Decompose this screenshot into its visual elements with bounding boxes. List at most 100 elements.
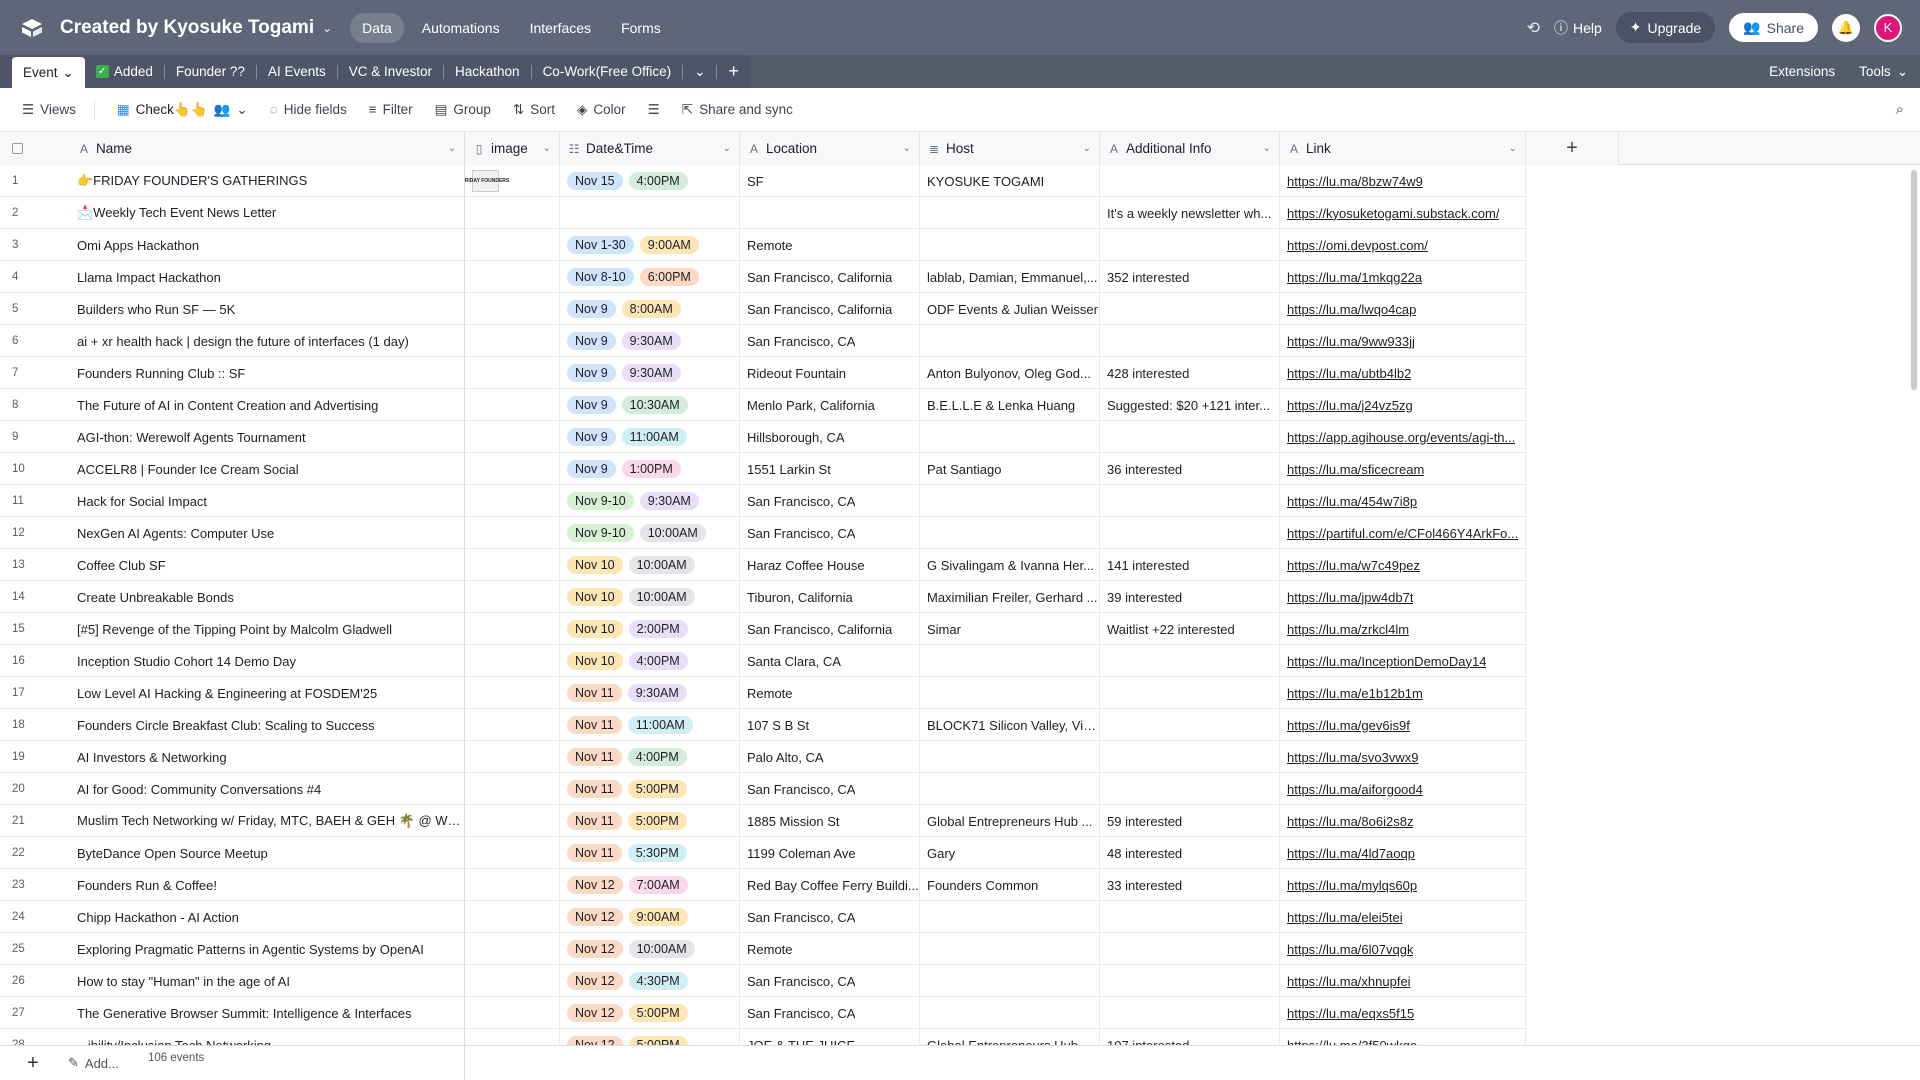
cell-location[interactable]: 1199 Coleman Ave	[740, 837, 920, 869]
cell-link[interactable]: https://lu.ma/aiforgood4	[1280, 773, 1526, 805]
cell-additional-info[interactable]: Suggested: $20 +121 inter...	[1100, 389, 1280, 421]
cell-host[interactable]: ODF Events & Julian Weisser	[920, 293, 1100, 325]
table-row[interactable]: 18 Founders Circle Breakfast Club: Scalin…	[0, 709, 1526, 741]
table-row[interactable]: 25 Exploring Pragmatic Patterns in Agenti…	[0, 933, 1526, 965]
cell-link[interactable]: https://app.agihouse.org/events/agi-th..…	[1280, 421, 1526, 453]
cell-date-time[interactable]: Nov 12 4:30PM	[560, 965, 740, 997]
cell-link[interactable]: https://lu.ma/1mkqg22a	[1280, 261, 1526, 293]
cell-date-time[interactable]: Nov 9 10:30AM	[560, 389, 740, 421]
hide-fields-button[interactable]: ◌ Hide fields	[270, 102, 347, 117]
cell-name[interactable]: How to stay "Human" in the age of AI	[70, 965, 465, 997]
cell-name[interactable]: Omi Apps Hackathon	[70, 229, 465, 261]
app-logo-icon[interactable]	[20, 17, 46, 39]
tab-hackathon[interactable]: Hackathon	[444, 55, 531, 88]
cell-link[interactable]: https://lu.ma/eqxs5f15	[1280, 997, 1526, 1029]
cell-link[interactable]: https://lu.ma/w7c49pez	[1280, 549, 1526, 581]
cell-location[interactable]: Remote	[740, 229, 920, 261]
cell-additional-info[interactable]	[1100, 165, 1280, 197]
share-sync-button[interactable]: ⇱ Share and sync	[682, 102, 793, 118]
cell-additional-info[interactable]	[1100, 677, 1280, 709]
cell-link[interactable]: https://lu.ma/4ld7aoqp	[1280, 837, 1526, 869]
column-header-name[interactable]: A Name ⌄	[70, 132, 465, 165]
base-title[interactable]: Created by Kyosuke Togami ⌄	[60, 17, 332, 39]
cell-image[interactable]	[465, 869, 560, 901]
cell-additional-info[interactable]	[1100, 293, 1280, 325]
table-row[interactable]: 7 Founders Running Club :: SF Nov 9 9:30AM R…	[0, 357, 1526, 389]
table-row[interactable]: 8 The Future of AI in Content Creation an…	[0, 389, 1526, 421]
table-row[interactable]: 6 ai + xr health hack | design the future…	[0, 325, 1526, 357]
cell-link[interactable]: https://lu.ma/e1b12b1m	[1280, 677, 1526, 709]
cell-host[interactable]	[920, 965, 1100, 997]
cell-date-time[interactable]: Nov 10 4:00PM	[560, 645, 740, 677]
cell-additional-info[interactable]: It's a weekly newsletter wh...	[1100, 197, 1280, 229]
cell-name[interactable]: Hack for Social Impact	[70, 485, 465, 517]
cell-additional-info[interactable]	[1100, 965, 1280, 997]
chevron-down-icon[interactable]: ⌄	[723, 143, 731, 154]
link-text[interactable]: https://lu.ma/6l07vqgk	[1287, 942, 1413, 957]
cell-location[interactable]: San Francisco, California	[740, 613, 920, 645]
cell-link[interactable]: https://lu.ma/sficecream	[1280, 453, 1526, 485]
cell-image[interactable]	[465, 709, 560, 741]
cell-date-time[interactable]: Nov 11 11:00AM	[560, 709, 740, 741]
cell-image[interactable]	[465, 677, 560, 709]
cell-additional-info[interactable]: 36 interested	[1100, 453, 1280, 485]
cell-name[interactable]: The Future of AI in Content Creation and…	[70, 389, 465, 421]
cell-image[interactable]	[465, 645, 560, 677]
cell-image[interactable]	[465, 773, 560, 805]
cell-link[interactable]: https://kyosuketogami.substack.com/	[1280, 197, 1526, 229]
cell-location[interactable]: Haraz Coffee House	[740, 549, 920, 581]
cell-name[interactable]: NexGen AI Agents: Computer Use	[70, 517, 465, 549]
cell-location[interactable]: JOE & THE JUICE	[740, 1029, 920, 1045]
cell-host[interactable]: lablab, Damian, Emmanuel,...	[920, 261, 1100, 293]
cell-location[interactable]: Santa Clara, CA	[740, 645, 920, 677]
cell-date-time[interactable]: Nov 9 11:00AM	[560, 421, 740, 453]
table-row[interactable]: 20 AI for Good: Community Conversations #…	[0, 773, 1526, 805]
cell-link[interactable]: https://partiful.com/e/CFol466Y4ArkFo...	[1280, 517, 1526, 549]
link-text[interactable]: https://lu.ma/mylqs60p	[1287, 878, 1417, 893]
cell-host[interactable]: B.E.L.L.E & Lenka Huang	[920, 389, 1100, 421]
cell-location[interactable]: Palo Alto, CA	[740, 741, 920, 773]
cell-date-time[interactable]: Nov 10 10:00AM	[560, 549, 740, 581]
cell-image[interactable]	[465, 613, 560, 645]
cell-link[interactable]: https://lu.ma/454w7i8p	[1280, 485, 1526, 517]
cell-link[interactable]: https://lu.ma/xhnupfei	[1280, 965, 1526, 997]
cell-additional-info[interactable]	[1100, 229, 1280, 261]
cell-image[interactable]	[465, 741, 560, 773]
cell-additional-info[interactable]	[1100, 325, 1280, 357]
cell-location[interactable]: San Francisco, CA	[740, 773, 920, 805]
search-icon[interactable]: ⌕	[1896, 101, 1904, 118]
cell-name[interactable]: ByteDance Open Source Meetup	[70, 837, 465, 869]
cell-name[interactable]: Coffee Club SF	[70, 549, 465, 581]
tab-ai-events[interactable]: AI Events	[257, 55, 337, 88]
tab-founder[interactable]: Founder ??	[165, 55, 256, 88]
cell-host[interactable]: KYOSUKE TOGAMI	[920, 165, 1100, 197]
link-text[interactable]: https://lu.ma/j24vz5zg	[1287, 398, 1413, 413]
link-text[interactable]: https://lu.ma/zrkcl4lm	[1287, 622, 1409, 637]
cell-link[interactable]: https://lu.ma/9ww933jj	[1280, 325, 1526, 357]
cell-image[interactable]	[465, 357, 560, 389]
cell-image[interactable]	[465, 997, 560, 1029]
link-text[interactable]: https://lu.ma/3f50wkqo	[1287, 1038, 1417, 1046]
cell-image[interactable]	[465, 901, 560, 933]
cell-image[interactable]	[465, 965, 560, 997]
table-row[interactable]: 9 AGI-thon: Werewolf Agents Tournament Nov…	[0, 421, 1526, 453]
cell-image[interactable]	[465, 421, 560, 453]
cell-link[interactable]: https://lu.ma/8o6i2s8z	[1280, 805, 1526, 837]
cell-image[interactable]	[465, 389, 560, 421]
tab-added[interactable]: ✓ Added	[85, 55, 164, 88]
cell-date-time[interactable]: Nov 8-10 6:00PM	[560, 261, 740, 293]
table-row[interactable]: 1 👉FRIDAY FOUNDER'S GATHERINGS FRIDAY FOUN…	[0, 165, 1526, 197]
cell-image[interactable]	[465, 1029, 560, 1045]
cell-host[interactable]: Gary	[920, 837, 1100, 869]
cell-host[interactable]	[920, 677, 1100, 709]
cell-additional-info[interactable]: 352 interested	[1100, 261, 1280, 293]
cell-name[interactable]: The Generative Browser Summit: Intellige…	[70, 997, 465, 1029]
table-row[interactable]: 26 How to stay "Human" in the age of AI No…	[0, 965, 1526, 997]
link-text[interactable]: https://lu.ma/8bzw74w9	[1287, 174, 1423, 189]
link-text[interactable]: https://app.agihouse.org/events/agi-th..…	[1287, 430, 1515, 445]
filter-button[interactable]: ≡ Filter	[369, 102, 413, 117]
add-record-button[interactable]: ✎ Add...	[68, 1055, 119, 1071]
cell-host[interactable]	[920, 517, 1100, 549]
avatar[interactable]: K	[1874, 13, 1902, 42]
cell-name[interactable]: Builders who Run SF — 5K	[70, 293, 465, 325]
